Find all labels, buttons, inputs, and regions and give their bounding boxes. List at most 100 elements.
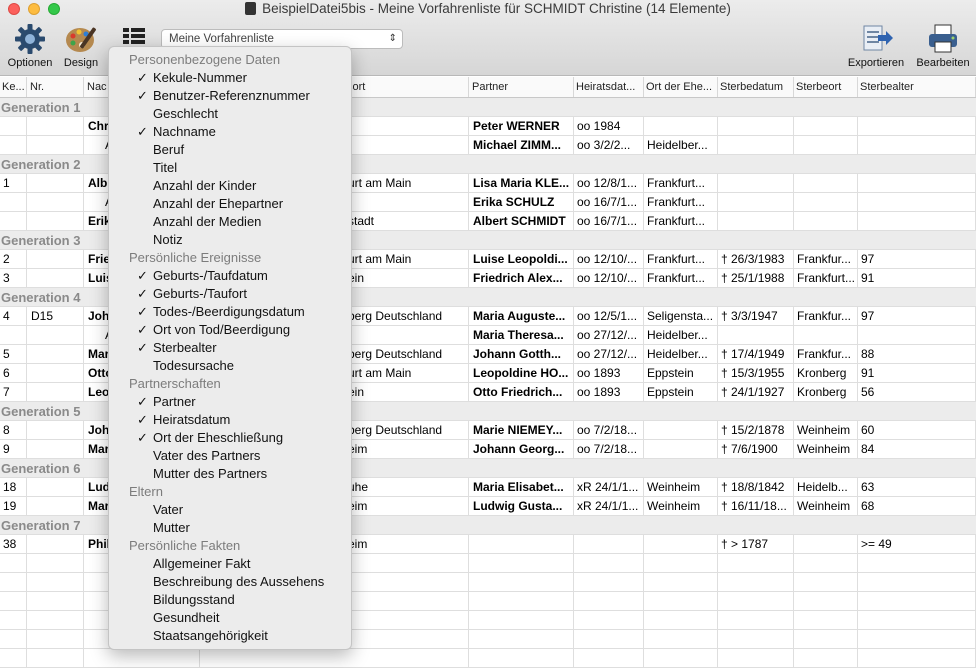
menu-item[interactable]: Geschlecht	[109, 105, 351, 123]
table-cell: Ludwig Gusta...	[470, 497, 574, 516]
table-cell	[345, 611, 469, 630]
column-header[interactable]: Sterbeort	[794, 77, 858, 97]
menu-item[interactable]: ✓ Nachname	[109, 123, 351, 141]
menu-item[interactable]: Mutter	[109, 519, 351, 537]
optionen-button[interactable]: Optionen	[4, 22, 56, 69]
menu-item[interactable]: Anzahl der Ehepartner	[109, 195, 351, 213]
table-cell: 84	[858, 440, 976, 459]
column-header[interactable]: Heiratsdat...	[574, 77, 644, 97]
table-cell	[28, 421, 84, 440]
table-cell	[718, 212, 794, 231]
table-cell	[28, 136, 84, 155]
table-cell: Heidelber...	[644, 326, 718, 345]
menu-item[interactable]: Todesursache	[109, 357, 351, 375]
menu-item[interactable]: Bildungsstand	[109, 591, 351, 609]
menu-item[interactable]: ✓ Ort von Tod/Beerdigung	[109, 321, 351, 339]
column-header[interactable]: Ke...	[0, 77, 27, 97]
table-cell: eim	[345, 440, 469, 459]
menu-item[interactable]: Titel	[109, 159, 351, 177]
column-header[interactable]: Nr.	[28, 77, 84, 97]
menu-item-label: Beruf	[153, 142, 185, 157]
table-cell: Frankfurt...	[644, 269, 718, 288]
menu-item[interactable]: ✓ Kekule-Nummer	[109, 69, 351, 87]
table-cell	[345, 117, 469, 136]
table-cell	[794, 212, 858, 231]
design-button[interactable]: Design	[58, 22, 104, 69]
bearbeiten-button[interactable]: Bearbeiten	[910, 22, 976, 69]
column-header[interactable]: sort	[345, 77, 469, 97]
table-cell: 63	[858, 478, 976, 497]
table-cell: xR 24/1/1...	[574, 497, 644, 516]
menu-section-header: Personenbezogene Daten	[129, 52, 281, 67]
menu-item-label: Todes-/Beerdigungsdatum	[153, 304, 305, 319]
menu-item[interactable]: Mutter des Partners	[109, 465, 351, 483]
table-cell	[470, 649, 574, 668]
menu-item[interactable]: ✓ Benutzer-Referenznummer	[109, 87, 351, 105]
menu-section-header: Persönliche Fakten	[129, 538, 241, 553]
exportieren-button[interactable]: Exportieren	[842, 22, 910, 69]
menu-item[interactable]: ✓ Partner	[109, 393, 351, 411]
table-cell: † 7/6/1900	[718, 440, 794, 459]
menu-item[interactable]: ✓ Geburts-/Taufort	[109, 285, 351, 303]
menu-item-label: Geburts-/Taufdatum	[153, 268, 268, 283]
column-header[interactable]: Sterbedatum	[718, 77, 794, 97]
table-cell	[28, 611, 84, 630]
menu-item[interactable]: ✓ Geburts-/Taufdatum	[109, 267, 351, 285]
column-header[interactable]: Ort der Ehe...	[644, 77, 718, 97]
menu-item[interactable]: Anzahl der Kinder	[109, 177, 351, 195]
table-cell: † 18/8/1842	[718, 478, 794, 497]
table-cell: 91	[858, 269, 976, 288]
column-header[interactable]: Partner	[470, 77, 574, 97]
menu-item-label: Ort der Eheschließung	[153, 430, 284, 445]
menu-item[interactable]: Notiz	[109, 231, 351, 249]
menu-section-header: Partnerschaften	[129, 376, 221, 391]
table-cell: Kronberg	[794, 364, 858, 383]
menu-item[interactable]: ✓ Ort der Eheschließung	[109, 429, 351, 447]
empty-row[interactable]	[0, 649, 976, 668]
table-cell: Heidelber...	[644, 345, 718, 364]
table-cell	[470, 611, 574, 630]
table-cell: Frankfurt...	[644, 193, 718, 212]
table-cell: Weinheim	[794, 440, 858, 459]
table-cell: oo 7/2/18...	[574, 440, 644, 459]
table-cell	[858, 136, 976, 155]
menu-item[interactable]: Anzahl der Medien	[109, 213, 351, 231]
menu-item[interactable]: ✓ Heiratsdatum	[109, 411, 351, 429]
menu-item[interactable]: Beschreibung des Aussehens	[109, 573, 351, 591]
menu-item[interactable]: Staatsangehörigkeit	[109, 627, 351, 645]
table-cell: Frankfurt...	[794, 269, 858, 288]
menu-item-label: Notiz	[153, 232, 183, 247]
table-cell: 3	[0, 269, 27, 288]
menu-item[interactable]: Vater	[109, 501, 351, 519]
table-cell: Michael ZIMM...	[470, 136, 574, 155]
table-cell: 19	[0, 497, 27, 516]
generation-label: Generation 1	[1, 100, 81, 115]
menu-item[interactable]: ✓ Todes-/Beerdigungsdatum	[109, 303, 351, 321]
menu-item[interactable]: Vater des Partners	[109, 447, 351, 465]
menu-item-label: Ort von Tod/Beerdigung	[153, 322, 291, 337]
table-cell	[718, 649, 794, 668]
table-cell	[858, 554, 976, 573]
column-header[interactable]: Sterbealter	[858, 77, 976, 97]
menu-item-label: Benutzer-Referenznummer	[153, 88, 310, 103]
gear-icon	[15, 24, 45, 54]
table-cell: Weinheim	[644, 478, 718, 497]
menu-item[interactable]: Gesundheit	[109, 609, 351, 627]
menu-item-label: Beschreibung des Aussehens	[153, 574, 325, 589]
table-cell: 68	[858, 497, 976, 516]
table-cell	[28, 649, 84, 668]
table-cell	[718, 592, 794, 611]
table-cell: ein	[345, 383, 469, 402]
table-cell: xR 24/1/1...	[574, 478, 644, 497]
table-cell: >= 49	[858, 535, 976, 554]
table-cell	[858, 174, 976, 193]
table-cell	[644, 421, 718, 440]
menu-item-label: Partner	[153, 394, 196, 409]
table-cell	[718, 174, 794, 193]
menu-item[interactable]: Allgemeiner Fakt	[109, 555, 351, 573]
table-cell: Frankfur...	[794, 250, 858, 269]
menu-item[interactable]: ✓ Sterbealter	[109, 339, 351, 357]
menu-item[interactable]: Beruf	[109, 141, 351, 159]
table-cell	[345, 630, 469, 649]
generation-label: Generation 5	[1, 404, 81, 419]
